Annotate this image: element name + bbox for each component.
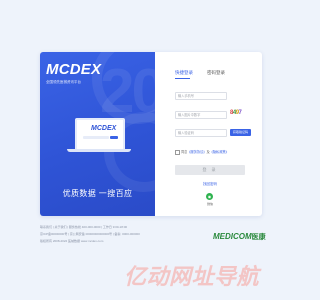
login-button[interactable]: 登 录 <box>175 165 245 175</box>
footer-logo-text: MEDICOM <box>213 232 252 241</box>
forgot-password-link[interactable]: 找回密码 <box>195 182 225 187</box>
phone-input[interactable]: 输入手机号 <box>175 92 227 100</box>
background-number: 20 <box>100 57 155 126</box>
service-agreement-link[interactable]: 《服务协议》 <box>187 150 206 154</box>
watermark: 亿动网址导航 <box>124 264 260 289</box>
login-card: 20 MCDEX 全国领先医械资讯平台 MCDEX 优质数据 一搜百应 快捷登录… <box>40 52 262 216</box>
brand-tagline: 全国领先医械资讯平台 <box>46 80 81 84</box>
footer-logo-cn: 医康 <box>251 234 266 241</box>
laptop-search-button <box>110 136 118 139</box>
sms-code-input[interactable]: 输入验证码 <box>175 129 227 137</box>
get-sms-code-label: 获取验证码 <box>230 129 251 136</box>
login-tabs: 快捷登录 密码登录 <box>175 70 245 80</box>
agree-checkbox[interactable] <box>175 149 180 155</box>
laptop-base <box>67 149 131 152</box>
slogan: 优质数据 一搜百应 <box>62 189 133 198</box>
tab-password-login[interactable]: 密码登录 <box>207 70 225 76</box>
captcha-image[interactable]: 8497 <box>230 110 243 117</box>
tab-quick-login[interactable]: 快捷登录 <box>175 70 193 76</box>
footer-copyright: 版权所有 2008-2022 医械数据 www.mcdex.com <box>40 239 104 243</box>
laptop-logo: MCDEX <box>91 125 117 132</box>
wechat-icon[interactable]: ◉ <box>206 193 213 200</box>
laptop-search-bar <box>83 136 109 139</box>
image-code-input[interactable]: 输入图片中数字 <box>175 111 227 119</box>
footer-links: 联系我们 | 关于我们 | 服务热线 400-000-0000 | 工作日 9:… <box>40 225 128 229</box>
get-sms-code-button[interactable]: 获取验证码 <box>230 129 251 136</box>
privacy-policy-link[interactable]: 《隐私政策》 <box>210 150 229 154</box>
laptop-illustration: MCDEX <box>75 118 125 151</box>
brand-panel: 20 MCDEX 全国领先医械资讯平台 MCDEX 优质数据 一搜百应 <box>40 52 155 216</box>
wechat-label: 微信 <box>206 202 213 206</box>
footer-logo: MEDICOM医康 <box>213 232 266 242</box>
captcha-char: 7 <box>238 110 242 116</box>
footer-registration: 京ICP备00000000号 | 京公网安备 00000000000000号 |… <box>40 232 140 236</box>
agreement-row: 同意《服务协议》及《隐私政策》 <box>175 149 229 155</box>
brand-logo: MCDEX <box>46 61 102 78</box>
login-form: 快捷登录 密码登录 输入手机号 输入图片中数字 8497 输入验证码 获取验证码… <box>155 52 262 216</box>
active-tab-indicator <box>175 78 190 79</box>
